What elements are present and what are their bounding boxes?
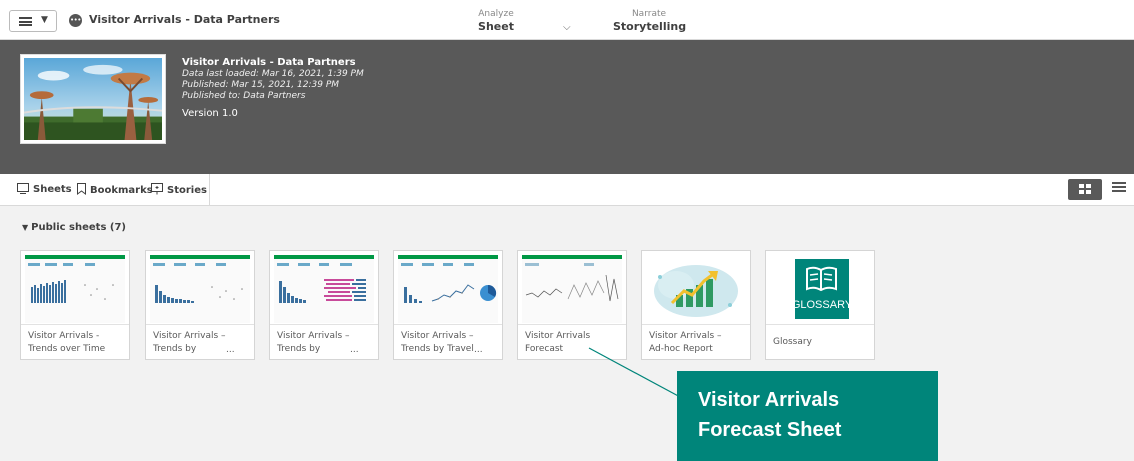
callout-box: Visitor Arrivals Forecast Sheet bbox=[677, 371, 938, 461]
callout-pointer-line bbox=[588, 347, 683, 399]
callout-text: Visitor Arrivals Forecast Sheet bbox=[698, 389, 842, 441]
app-overview-page: ▼ ••• Visitor Arrivals - Data Partners A… bbox=[0, 0, 1134, 461]
